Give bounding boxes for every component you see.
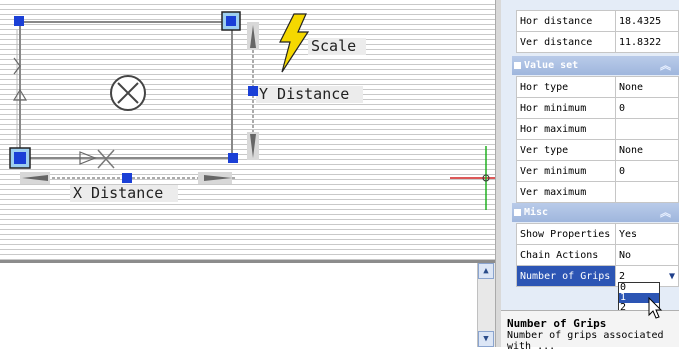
property-name: Show Properties bbox=[516, 223, 616, 245]
property-row[interactable]: Ver maximum bbox=[516, 181, 679, 203]
property-row[interactable]: Show Properties Yes bbox=[516, 223, 679, 245]
property-name: Hor minimum bbox=[516, 97, 616, 119]
scroll-up-button[interactable]: ▲ bbox=[478, 263, 494, 279]
property-value[interactable]: None bbox=[615, 76, 679, 98]
property-value[interactable]: Yes bbox=[615, 223, 679, 245]
drawing-canvas[interactable]: Y Distance X Distance Scale bbox=[0, 0, 495, 260]
section-square-icon bbox=[514, 208, 521, 216]
property-name: Ver distance bbox=[516, 31, 616, 53]
y-distance-label: Y Distance bbox=[259, 85, 349, 103]
property-value[interactable]: No bbox=[615, 244, 679, 266]
scroll-down-button[interactable]: ▼ bbox=[478, 331, 494, 347]
scale-label: Scale bbox=[311, 37, 356, 55]
section-title: Misc bbox=[524, 207, 549, 218]
property-value[interactable]: None bbox=[615, 139, 679, 161]
property-row[interactable]: Hor type None bbox=[516, 76, 679, 98]
command-area[interactable]: ▲ ▼ bbox=[0, 260, 495, 347]
combo-value: 2 bbox=[619, 270, 626, 282]
properties-top-table: Hor distance 18.4325 Ver distance 11.832… bbox=[516, 10, 679, 53]
property-value[interactable] bbox=[615, 118, 679, 140]
property-value[interactable] bbox=[615, 181, 679, 203]
property-name: Hor maximum bbox=[516, 118, 616, 140]
description-text: Number of grips associated with ... bbox=[507, 330, 664, 352]
drawing-svg: Y Distance X Distance Scale bbox=[9, 11, 495, 210]
property-name: Hor distance bbox=[516, 10, 616, 32]
property-value[interactable]: 11.8322 bbox=[615, 31, 679, 53]
property-row[interactable]: Chain Actions No bbox=[516, 244, 679, 266]
section-title: Value set bbox=[524, 60, 579, 71]
property-name: Ver maximum bbox=[516, 181, 616, 203]
grip-bottom-left[interactable] bbox=[14, 152, 26, 164]
properties-gutter bbox=[501, 0, 516, 285]
collapse-chevron-icon[interactable]: ︽ bbox=[660, 203, 671, 222]
property-name: Ver type bbox=[516, 139, 616, 161]
command-scrollbar[interactable]: ▲ ▼ bbox=[477, 263, 495, 347]
mouse-pointer-icon bbox=[648, 297, 663, 319]
grip-top-left[interactable] bbox=[14, 16, 24, 26]
property-row[interactable]: Ver type None bbox=[516, 139, 679, 161]
property-row[interactable]: Ver distance 11.8322 bbox=[516, 31, 679, 53]
property-row[interactable]: Hor distance 18.4325 bbox=[516, 10, 679, 32]
dropdown-arrow-icon[interactable]: ▼ bbox=[669, 271, 675, 282]
property-name: Chain Actions bbox=[516, 244, 616, 266]
value-set-table: Hor type None Hor minimum 0 Hor maximum Ve… bbox=[516, 76, 679, 203]
section-square-icon bbox=[514, 61, 521, 69]
property-value[interactable]: 0 bbox=[615, 97, 679, 119]
x-distance-label: X Distance bbox=[73, 184, 163, 202]
property-name: Ver minimum bbox=[516, 160, 616, 182]
grip-bottom-right[interactable] bbox=[228, 153, 238, 163]
property-row[interactable]: Ver minimum 0 bbox=[516, 160, 679, 182]
grip-x-distance[interactable] bbox=[122, 173, 132, 183]
collapse-chevron-icon[interactable]: ︽ bbox=[660, 56, 671, 75]
lightning-action-icon[interactable] bbox=[279, 13, 310, 73]
property-value[interactable]: 18.4325 bbox=[615, 10, 679, 32]
property-row[interactable]: Hor minimum 0 bbox=[516, 97, 679, 119]
property-value[interactable]: 0 bbox=[615, 160, 679, 182]
property-name: Number of Grips bbox=[516, 265, 616, 287]
property-row[interactable]: Hor maximum bbox=[516, 118, 679, 140]
property-name: Hor type bbox=[516, 76, 616, 98]
misc-table: Show Properties Yes Chain Actions No Numbe… bbox=[516, 223, 679, 287]
grip-top-right[interactable] bbox=[226, 16, 236, 26]
grip-y-distance[interactable] bbox=[248, 86, 258, 96]
section-header-misc[interactable]: Misc ︽ bbox=[512, 203, 679, 222]
section-header-value-set[interactable]: Value set ︽ bbox=[512, 56, 679, 75]
